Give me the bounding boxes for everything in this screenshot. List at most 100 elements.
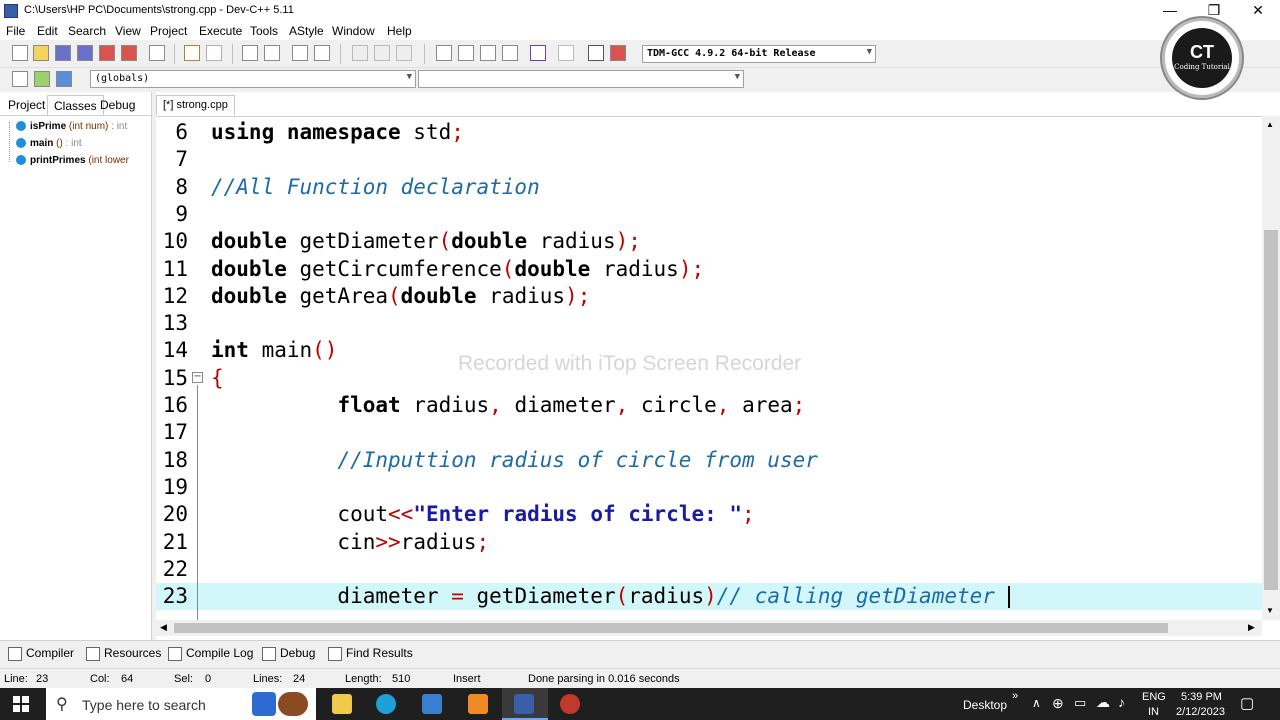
tab-compiler[interactable]: Compiler — [8, 646, 74, 661]
tab-project[interactable]: Project — [2, 95, 51, 115]
tab-compile-log[interactable]: Compile Log — [168, 646, 253, 661]
tab-debug-output[interactable]: Debug — [262, 646, 315, 661]
code-line[interactable]: 23 diameter = getDiameter(radius)// call… — [156, 583, 1262, 611]
chevron-up-icon[interactable]: ∧ — [1032, 696, 1041, 710]
code-line[interactable]: 6 using namespace std; — [156, 119, 1262, 146]
code-line[interactable]: 10 double getDiameter(double radius); — [156, 228, 1262, 255]
edge-browser-icon[interactable] — [376, 694, 396, 714]
code-line[interactable]: 12 double getArea(double radius); — [156, 283, 1262, 310]
compile-run-icon[interactable] — [396, 45, 412, 61]
save-all-icon[interactable] — [77, 45, 93, 61]
code-line[interactable]: 13 — [156, 310, 1262, 337]
tab-label: Find Results — [346, 646, 413, 660]
print-icon[interactable] — [149, 45, 165, 61]
horizontal-scrollbar[interactable]: ◀ ▶ — [156, 620, 1262, 636]
goto-icon[interactable] — [34, 71, 50, 87]
volume-icon[interactable]: ♪ — [1118, 694, 1125, 710]
scope-select[interactable]: (globals) ▼ — [90, 70, 416, 88]
minimize-button[interactable]: — — [1148, 0, 1192, 22]
tree-item-main[interactable]: main () : int — [16, 138, 82, 149]
code-line[interactable]: 8 //All Function declaration — [156, 174, 1262, 201]
cloud-icon[interactable]: ☁ — [1096, 694, 1110, 711]
new-project-icon[interactable] — [436, 45, 452, 61]
network-icon[interactable]: ⊕ — [1052, 695, 1064, 712]
close-all-icon[interactable] — [121, 45, 137, 61]
menu-view[interactable]: View — [115, 24, 141, 38]
check-syntax-icon[interactable] — [530, 45, 546, 61]
tab-find-results[interactable]: Find Results — [328, 646, 413, 661]
tab-debug[interactable]: Debug — [94, 95, 141, 115]
taskbar-search-box[interactable]: ⚲ Type here to search — [46, 688, 316, 720]
sublime-icon[interactable] — [468, 694, 488, 714]
chart-icon[interactable] — [588, 45, 604, 61]
undo-icon[interactable] — [184, 45, 200, 61]
desktop-toolbar-label[interactable]: Desktop — [963, 698, 1007, 712]
windows-start-icon[interactable] — [13, 696, 29, 712]
replace-icon[interactable] — [264, 45, 280, 61]
screen-recorder-icon[interactable] — [560, 694, 580, 714]
code-line[interactable]: 7 — [156, 146, 1262, 173]
profile-icon[interactable] — [610, 45, 626, 61]
scroll-down-icon[interactable]: ▼ — [1266, 606, 1274, 615]
code-line[interactable]: 18 //Inputtion radius of circle from use… — [156, 447, 1262, 474]
class-browser-icon[interactable] — [502, 45, 518, 61]
close-button[interactable]: ✕ — [1236, 0, 1280, 22]
clock-time[interactable]: 5:39 PM — [1181, 691, 1222, 703]
menu-project[interactable]: Project — [150, 24, 187, 38]
code-line[interactable]: 20 cout<<"Enter radius of circle: "; — [156, 501, 1262, 528]
compiler-select[interactable]: TDM-GCC 4.9.2 64-bit Release ▼ — [642, 45, 876, 63]
insert-icon[interactable] — [12, 71, 28, 87]
code-line[interactable]: 17 — [156, 419, 1262, 446]
run-icon[interactable] — [374, 45, 390, 61]
menu-file[interactable]: File — [6, 24, 25, 38]
stop-icon[interactable] — [558, 45, 574, 61]
compile-icon[interactable] — [352, 45, 368, 61]
member-select[interactable]: ▼ — [418, 70, 744, 88]
unindent-icon[interactable] — [314, 45, 330, 61]
tab-resources[interactable]: Resources — [86, 646, 161, 661]
scroll-right-icon[interactable]: ▶ — [1248, 622, 1255, 633]
scroll-left-icon[interactable]: ◀ — [160, 622, 167, 633]
indent-icon[interactable] — [292, 45, 308, 61]
language-region[interactable]: IN — [1148, 706, 1159, 718]
code-line[interactable]: 11 double getCircumference(double radius)… — [156, 256, 1262, 283]
code-line[interactable]: 16 float radius, diameter, circle, area; — [156, 392, 1262, 419]
redo-icon[interactable] — [206, 45, 222, 61]
menu-help[interactable]: Help — [387, 24, 412, 38]
store-icon[interactable] — [422, 694, 442, 714]
tree-item-isprime[interactable]: isPrime (int num) : int — [16, 121, 127, 132]
tree-item-printprimes[interactable]: printPrimes (int lower — [16, 155, 150, 166]
line-number: 10 — [162, 229, 188, 254]
vertical-scrollbar[interactable]: ▲ ▼ — [1262, 116, 1280, 620]
menu-astyle[interactable]: AStyle — [289, 24, 324, 38]
language-code[interactable]: ENG — [1142, 691, 1166, 703]
code-line[interactable]: 22 — [156, 556, 1262, 583]
bookmark-icon[interactable] — [56, 71, 72, 87]
fold-toggle-icon[interactable]: − — [192, 371, 203, 383]
chevron-right-icon[interactable]: » — [1012, 690, 1018, 702]
menu-edit[interactable]: Edit — [37, 24, 58, 38]
notifications-icon[interactable]: ▢ — [1240, 694, 1254, 712]
close-file-icon[interactable] — [99, 45, 115, 61]
file-tab-strong-cpp[interactable]: [*] strong.cpp — [156, 95, 235, 115]
scroll-up-icon[interactable]: ▲ — [1266, 120, 1274, 129]
horizontal-scroll-thumb[interactable] — [174, 623, 1168, 633]
menu-tools[interactable]: Tools — [250, 24, 278, 38]
new-file-icon[interactable] — [12, 45, 28, 61]
open-file-icon[interactable] — [33, 45, 49, 61]
project-options-icon[interactable] — [480, 45, 496, 61]
clock-date[interactable]: 2/12/2023 — [1176, 706, 1225, 718]
menu-execute[interactable]: Execute — [199, 24, 242, 38]
code-line[interactable]: 21 cin>>radius; — [156, 529, 1262, 556]
open-project-icon[interactable] — [458, 45, 474, 61]
save-icon[interactable] — [55, 45, 71, 61]
battery-icon[interactable]: ▭ — [1074, 695, 1086, 711]
vertical-scroll-thumb[interactable] — [1264, 230, 1278, 590]
menu-search[interactable]: Search — [68, 24, 106, 38]
find-icon[interactable] — [242, 45, 258, 61]
code-line[interactable]: 9 — [156, 201, 1262, 228]
file-explorer-icon[interactable] — [332, 694, 352, 714]
menu-window[interactable]: Window — [332, 24, 375, 38]
code-line[interactable]: 19 — [156, 474, 1262, 501]
devcpp-taskbar-item[interactable] — [502, 688, 548, 720]
